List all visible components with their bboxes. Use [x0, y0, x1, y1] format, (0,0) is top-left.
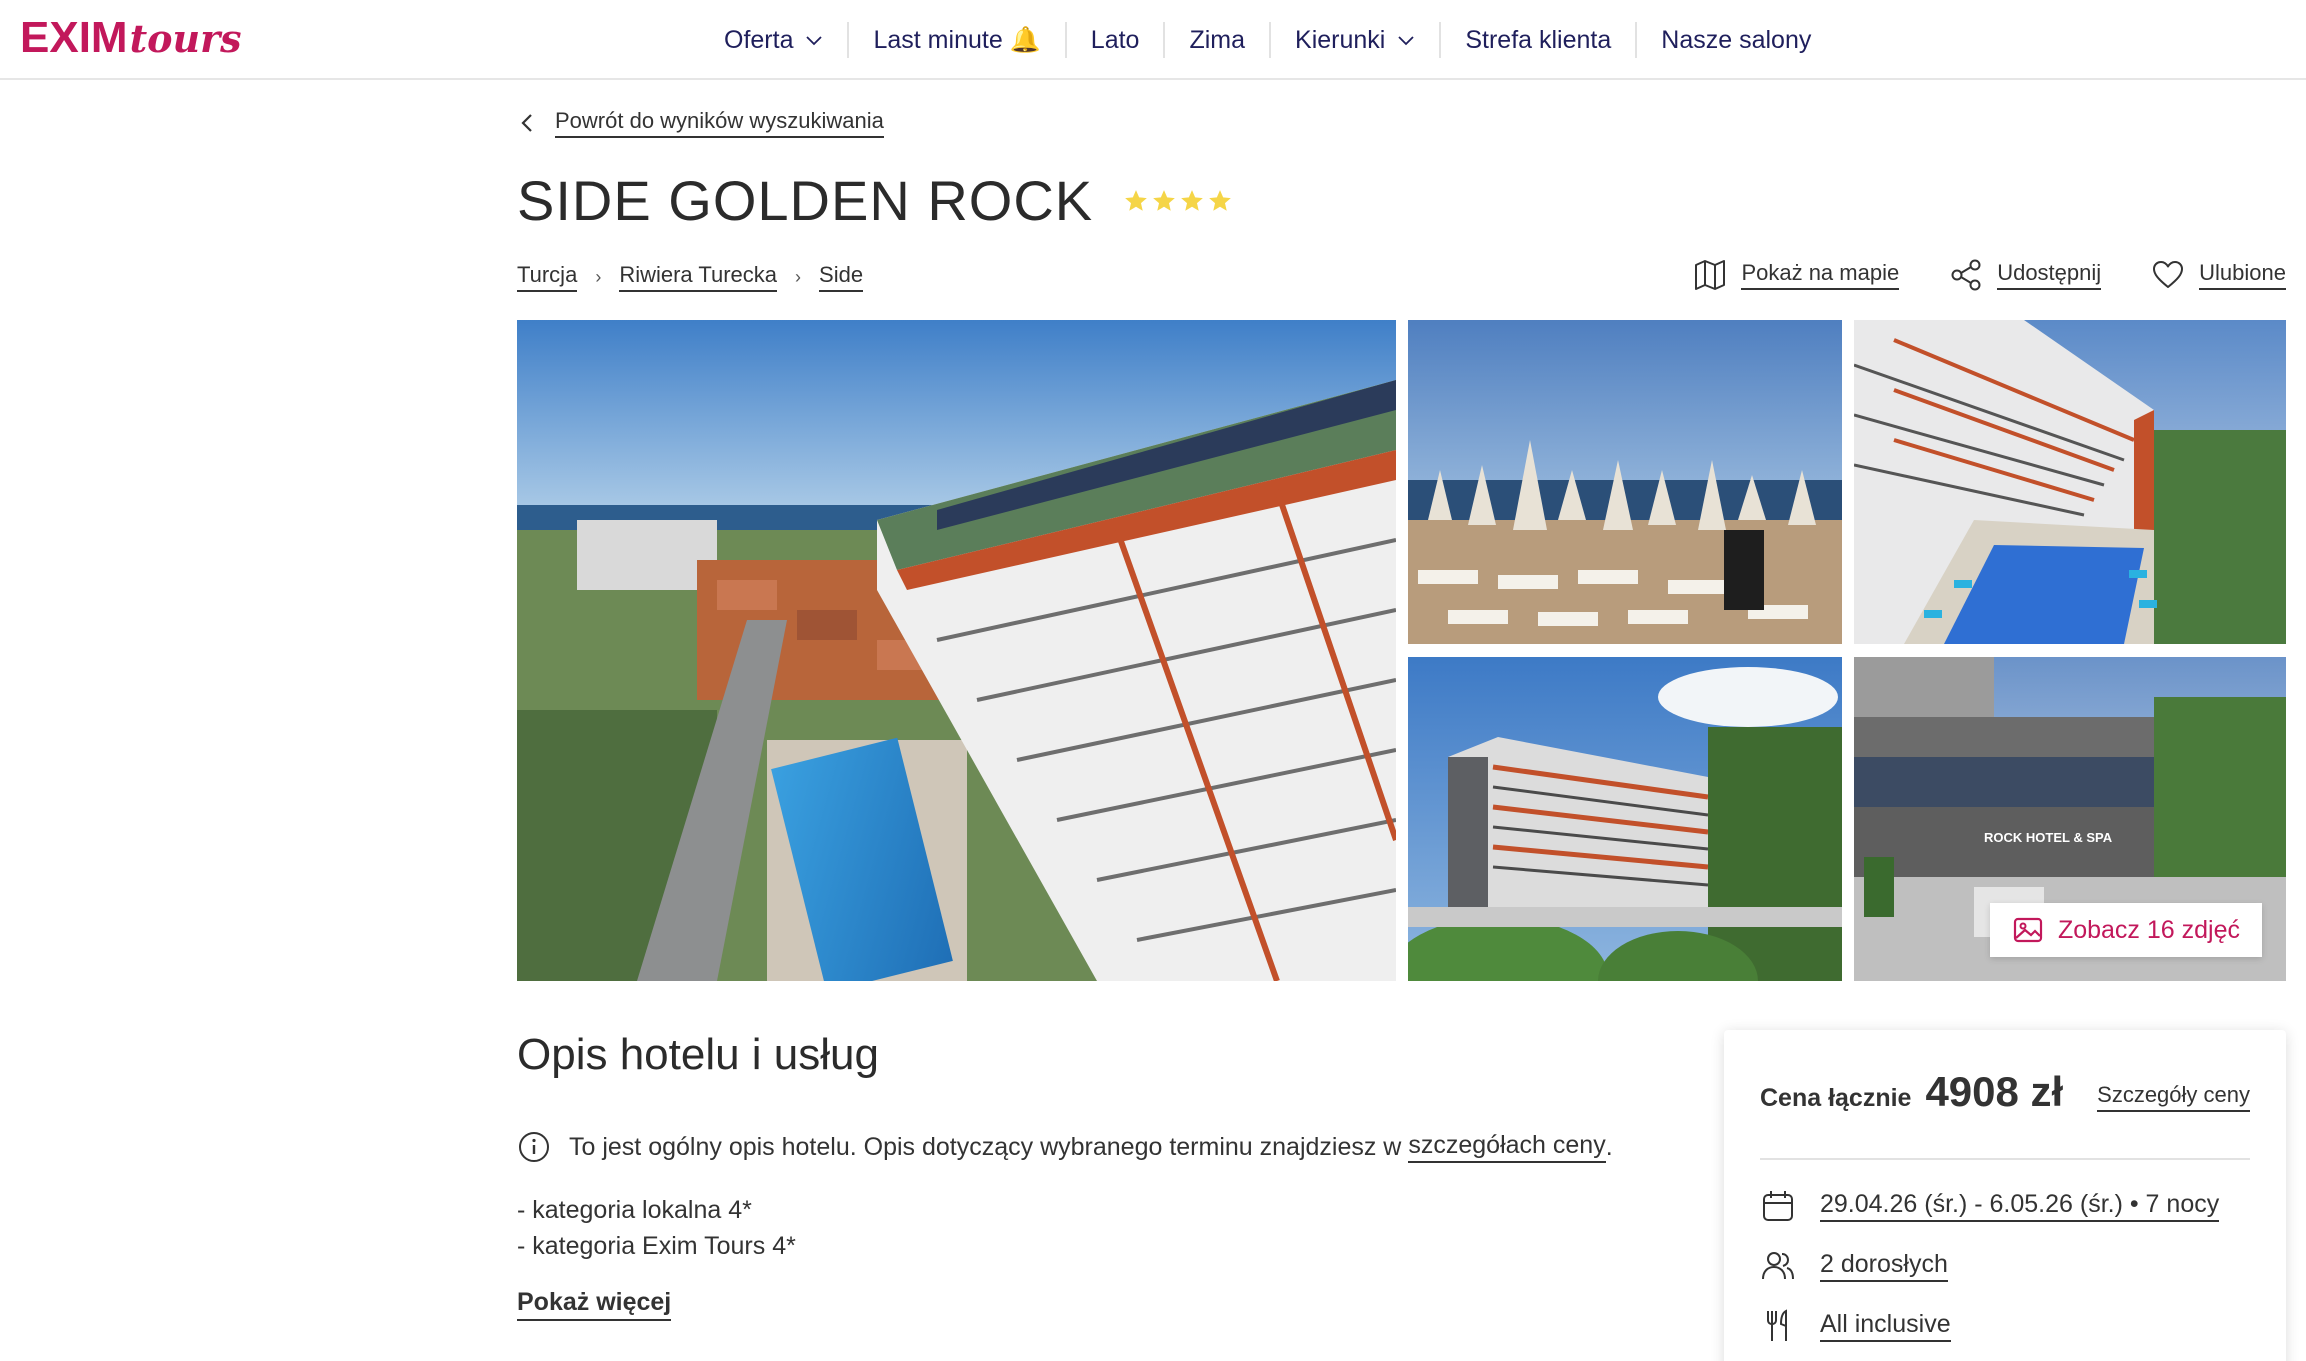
- star-icon: [1125, 189, 1147, 211]
- main-nav: Oferta Last minute 🔔 Lato Zima Kierunki …: [700, 0, 1835, 80]
- info-icon: [519, 1132, 549, 1162]
- breadcrumb-city[interactable]: Side: [819, 262, 864, 292]
- heart-icon: [2153, 261, 2184, 288]
- breadcrumb: Turcja › Riwiera Turecka › Side: [517, 262, 864, 292]
- chevron-down-icon: [1398, 36, 1414, 46]
- nav-item-label: Lato: [1090, 25, 1140, 54]
- back-link-label: Powrót do wyników wyszukiwania: [555, 108, 884, 138]
- breadcrumb-region[interactable]: Riwiera Turecka: [619, 262, 778, 292]
- favorite-label: Ulubione: [2199, 260, 2286, 290]
- trip-dates-value: 29.04.26 (śr.) - 6.05.26 (śr.) • 7 nocy: [1820, 1190, 2220, 1222]
- nav-item-oferta[interactable]: Oferta: [700, 22, 850, 58]
- chevron-down-icon: [806, 36, 823, 46]
- entrance-sign-text: ROCK HOTEL & SPA: [1984, 830, 2113, 845]
- travelers-value: 2 dorosłych: [1820, 1250, 1948, 1282]
- nav-item-kierunki[interactable]: Kierunki: [1271, 22, 1442, 58]
- description-title: Opis hotelu i usług: [517, 1030, 879, 1079]
- show-all-photos-button[interactable]: Zobacz 16 zdjęć: [1989, 903, 2262, 957]
- share-icon: [1951, 259, 1981, 291]
- nav-item-nasze-salony[interactable]: Nasze salony: [1637, 22, 1835, 58]
- gallery-photo-building[interactable]: [1408, 657, 1842, 981]
- list-item: - kategoria lokalna 4*: [517, 1196, 752, 1224]
- travelers-row[interactable]: 2 dorosłych: [1760, 1248, 1948, 1284]
- price-header: Cena łącznie 4908 zł: [1760, 1068, 2063, 1116]
- image-icon: [2013, 917, 2043, 943]
- show-more-button[interactable]: Pokaż więcej: [517, 1288, 672, 1321]
- trip-dates-row[interactable]: 29.04.26 (śr.) - 6.05.26 (śr.) • 7 nocy: [1760, 1188, 2220, 1224]
- nav-item-label: Nasze salony: [1661, 25, 1812, 54]
- nav-item-label: Strefa klienta: [1465, 25, 1612, 54]
- beach-umbrellas-photo: [1408, 320, 1842, 644]
- description-info-note: To jest ogólny opis hotelu. Opis dotyczą…: [517, 1130, 1613, 1164]
- logo-script-text: tours: [129, 16, 242, 61]
- gallery-photo-pool[interactable]: [1854, 320, 2286, 644]
- category-list: - kategoria lokalna 4* - kategoria Exim …: [517, 1192, 796, 1264]
- info-text-end: .: [1605, 1132, 1613, 1161]
- nav-item-label: Last minute 🔔: [873, 25, 1041, 54]
- hotel-actions: Pokaż na mapie Udostępnij Ulubione: [1643, 258, 2286, 292]
- gallery-photo-main[interactable]: [517, 320, 1396, 981]
- hotel-title-row: SIDE GOLDEN ROCK: [517, 168, 1233, 233]
- price-summary-card: Cena łącznie 4908 zł Szczegóły ceny 29.0…: [1724, 1030, 2286, 1361]
- price-details-link[interactable]: Szczegóły ceny: [2097, 1082, 2250, 1112]
- nav-item-label: Zima: [1189, 25, 1246, 54]
- hotel-building-photo: [1408, 657, 1842, 981]
- hotel-aerial-photo: [517, 320, 1396, 981]
- total-price-label: Cena łącznie: [1760, 1084, 1912, 1112]
- total-price-value: 4908 zł: [1925, 1068, 2064, 1115]
- pool-building-photo: [1854, 320, 2286, 644]
- nav-item-lato[interactable]: Lato: [1067, 22, 1166, 58]
- gallery-photo-beach[interactable]: [1408, 320, 1842, 644]
- calendar-icon: [1763, 1191, 1793, 1221]
- gallery-photo-entrance[interactable]: ROCK HOTEL & SPA Zobacz 16 zdjęć: [1854, 657, 2286, 981]
- breadcrumb-country[interactable]: Turcja: [517, 262, 578, 292]
- board-value: All inclusive: [1820, 1310, 1951, 1342]
- show-on-map-button[interactable]: Pokaż na mapie: [1693, 258, 1900, 292]
- star-icon: [1209, 189, 1231, 211]
- photo-gallery: ROCK HOTEL & SPA Zobacz 16 zdjęć: [517, 320, 2286, 981]
- users-icon: [1762, 1252, 1794, 1280]
- nav-item-last-minute[interactable]: Last minute 🔔: [849, 22, 1067, 58]
- breadcrumb-separator-icon: ›: [595, 266, 602, 287]
- cutlery-icon: [1767, 1309, 1787, 1341]
- hotel-title: SIDE GOLDEN ROCK: [517, 169, 1094, 232]
- brand-logo[interactable]: EXIM tours: [20, 10, 242, 66]
- hotel-stars: [1123, 188, 1233, 214]
- chevron-left-icon: [521, 114, 532, 132]
- star-icon: [1181, 189, 1203, 211]
- logo-main-text: EXIM: [20, 13, 128, 62]
- nav-item-label: Oferta: [724, 25, 794, 54]
- nav-item-label: Kierunki: [1295, 25, 1386, 54]
- site-header: EXIM tours Oferta Last minute 🔔 Lato Zim…: [0, 0, 2306, 80]
- back-to-results-link[interactable]: Powrót do wyników wyszukiwania: [517, 108, 884, 138]
- show-all-photos-label: Zobacz 16 zdjęć: [2057, 915, 2240, 944]
- divider: [1760, 1158, 2250, 1160]
- map-label: Pokaż na mapie: [1741, 260, 1900, 290]
- star-icon: [1153, 189, 1175, 211]
- list-item: - kategoria Exim Tours 4*: [517, 1232, 796, 1260]
- price-details-inline-link[interactable]: szczegółach ceny: [1408, 1131, 1606, 1163]
- nav-item-zima[interactable]: Zima: [1165, 22, 1272, 58]
- map-icon: [1695, 260, 1726, 290]
- share-button[interactable]: Udostępnij: [1949, 258, 2102, 292]
- nav-item-strefa-klienta[interactable]: Strefa klienta: [1441, 22, 1638, 58]
- breadcrumb-separator-icon: ›: [795, 266, 802, 287]
- info-text: To jest ogólny opis hotelu. Opis dotyczą…: [569, 1132, 1402, 1161]
- board-row[interactable]: All inclusive: [1760, 1308, 1951, 1344]
- share-label: Udostępnij: [1997, 260, 2102, 290]
- favorite-button[interactable]: Ulubione: [2151, 258, 2286, 292]
